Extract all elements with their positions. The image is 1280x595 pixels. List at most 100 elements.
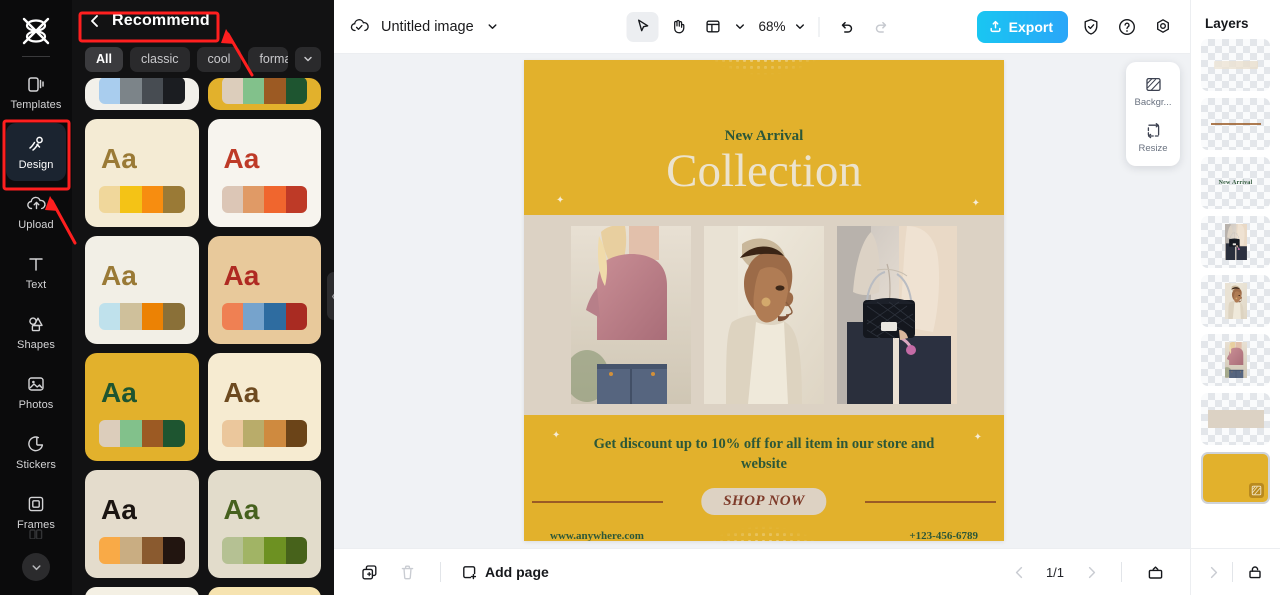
design-panel: Recommend All classic cool formal AaAaAa… <box>72 0 334 595</box>
poster-promo-text[interactable]: Get discount up to 10% off for all item … <box>524 435 1004 474</box>
palette-card-aa-text: Aa <box>223 377 260 408</box>
poster-photo-row <box>524 215 1004 415</box>
filter-chip-cool[interactable]: cool <box>196 46 242 72</box>
layers-footer-divider <box>1232 562 1233 582</box>
palette-card[interactable]: Aa <box>207 236 321 344</box>
palette-card[interactable]: Aa <box>85 119 199 227</box>
capcut-logo[interactable] <box>16 14 56 48</box>
poster-website-text[interactable]: www.anywhere.com <box>550 530 644 541</box>
prev-page-button[interactable] <box>1009 562 1029 582</box>
layout-chevron-down-icon[interactable] <box>731 19 747 35</box>
layer-text-faint[interactable] <box>1201 39 1270 91</box>
panel-collapse-handle[interactable] <box>327 272 334 320</box>
add-page-label: Add page <box>485 564 549 580</box>
layer-background[interactable] <box>1201 452 1270 504</box>
layer-divider-line[interactable] <box>1201 98 1270 150</box>
background-button[interactable]: Backgr... <box>1127 71 1179 113</box>
next-page-button[interactable] <box>1081 562 1101 582</box>
palette-swatch <box>99 420 121 447</box>
hand-tool-button[interactable] <box>661 12 693 42</box>
layer-new-arrival[interactable]: New Arrival <box>1201 157 1270 209</box>
help-icon[interactable] <box>1114 14 1140 40</box>
palette-card-aa-text: Aa <box>101 260 137 291</box>
delete-page-icon[interactable] <box>394 559 420 585</box>
sidebar-more-button[interactable] <box>22 553 50 581</box>
redo-button[interactable] <box>866 12 898 42</box>
filter-chips-expand-button[interactable] <box>295 46 321 72</box>
layers-next-button[interactable] <box>1203 562 1223 582</box>
palette-card[interactable] <box>207 587 321 595</box>
poster-canvas[interactable]: New Arrival Collection ✦ ✦ ✦ ✦ Get disco… <box>524 60 1004 541</box>
gear-icon[interactable] <box>1150 14 1176 40</box>
poster-header-section: New Arrival Collection ✦ ✦ <box>524 60 1004 215</box>
sidebar-item-label: Design <box>18 159 54 171</box>
toolbar-right-group: Export <box>976 10 1176 43</box>
sidebar-item-photos[interactable]: Photos <box>6 363 66 421</box>
sidebar-item-text[interactable]: Text <box>6 243 66 301</box>
duplicate-page-icon[interactable] <box>356 559 382 585</box>
sidebar-item-label: Photos <box>18 399 54 411</box>
halftone-dots-top <box>664 60 864 120</box>
color-palette-card-grid: Aa Aa Aa Aa Aa Aa Aa Aa <box>72 78 334 595</box>
poster-rule-right <box>865 501 996 503</box>
lock-icon[interactable] <box>1242 559 1268 585</box>
present-icon[interactable] <box>1142 559 1168 585</box>
background-icon <box>1144 75 1163 94</box>
poster-photo-portrait[interactable] <box>704 226 824 404</box>
resize-button[interactable]: Resize <box>1127 117 1179 159</box>
poster-headline-text[interactable]: Collection <box>524 142 1004 201</box>
layer-photo-bag[interactable] <box>1201 216 1270 268</box>
palette-card[interactable]: Aa <box>85 470 199 578</box>
add-page-button[interactable]: Add page <box>461 564 549 581</box>
filter-chip-classic[interactable]: classic <box>129 46 190 72</box>
sidebar-item-shapes[interactable]: Shapes <box>6 303 66 361</box>
palette-swatch <box>221 303 243 330</box>
undo-button[interactable] <box>831 12 863 42</box>
halftone-dots-bottom <box>669 489 859 541</box>
sidebar-item-stickers[interactable]: Stickers <box>6 423 66 481</box>
sidebar-item-upload[interactable]: Upload <box>6 183 66 241</box>
palette-card-aa-text: Aa <box>101 494 137 525</box>
upload-icon <box>25 193 47 215</box>
palette-card[interactable]: Aa <box>207 119 321 227</box>
filter-chip-all[interactable]: All <box>85 46 123 72</box>
palette-card[interactable]: Aa <box>207 353 321 461</box>
export-button[interactable]: Export <box>976 10 1068 43</box>
panel-back-button[interactable] <box>86 12 104 30</box>
palette-swatch <box>163 303 185 330</box>
palette-card[interactable]: Aa <box>207 470 321 578</box>
palette-card[interactable] <box>207 78 321 110</box>
canvas-quick-actions-panel: Backgr... Resize <box>1126 62 1180 166</box>
poster-phone-text[interactable]: +123-456-6789 <box>909 530 978 541</box>
document-title-chevron-down-icon[interactable] <box>485 19 501 35</box>
layer-photo-tshirt[interactable] <box>1201 334 1270 386</box>
sidebar-item-label: Templates <box>10 99 62 111</box>
poster-photo-handbag[interactable] <box>837 226 957 404</box>
layer-thumbnail <box>1224 283 1247 319</box>
sidebar-item-design[interactable]: Design <box>6 123 66 181</box>
palette-card[interactable]: Aa <box>85 236 199 344</box>
palette-swatch <box>120 537 142 564</box>
palette-card-aa-text: Aa <box>101 143 137 174</box>
document-title[interactable]: Untitled image <box>381 19 474 35</box>
layout-tool-button[interactable] <box>696 12 728 42</box>
layer-photo-portrait[interactable] <box>1201 275 1270 327</box>
sidebar-item-templates[interactable]: Templates <box>6 63 66 121</box>
partial-icon <box>26 527 46 539</box>
filter-chip-formal[interactable]: formal <box>248 46 288 72</box>
palette-swatch <box>242 78 265 104</box>
zoom-chevron-down-icon[interactable] <box>792 19 808 35</box>
shield-check-icon[interactable] <box>1078 14 1104 40</box>
poster-photo-tshirt[interactable] <box>571 226 691 404</box>
palette-card-swatches <box>221 78 307 104</box>
select-tool-button[interactable] <box>626 11 659 42</box>
stickers-icon <box>25 433 47 455</box>
palette-swatch <box>141 78 164 104</box>
palette-card[interactable]: Aa <box>85 353 199 461</box>
palette-card[interactable] <box>85 587 199 595</box>
palette-card[interactable] <box>85 78 199 110</box>
layer-beige-band[interactable] <box>1201 393 1270 445</box>
palette-swatch <box>264 420 286 447</box>
zoom-level-value[interactable]: 68% <box>750 19 788 34</box>
palette-swatch <box>285 537 307 564</box>
